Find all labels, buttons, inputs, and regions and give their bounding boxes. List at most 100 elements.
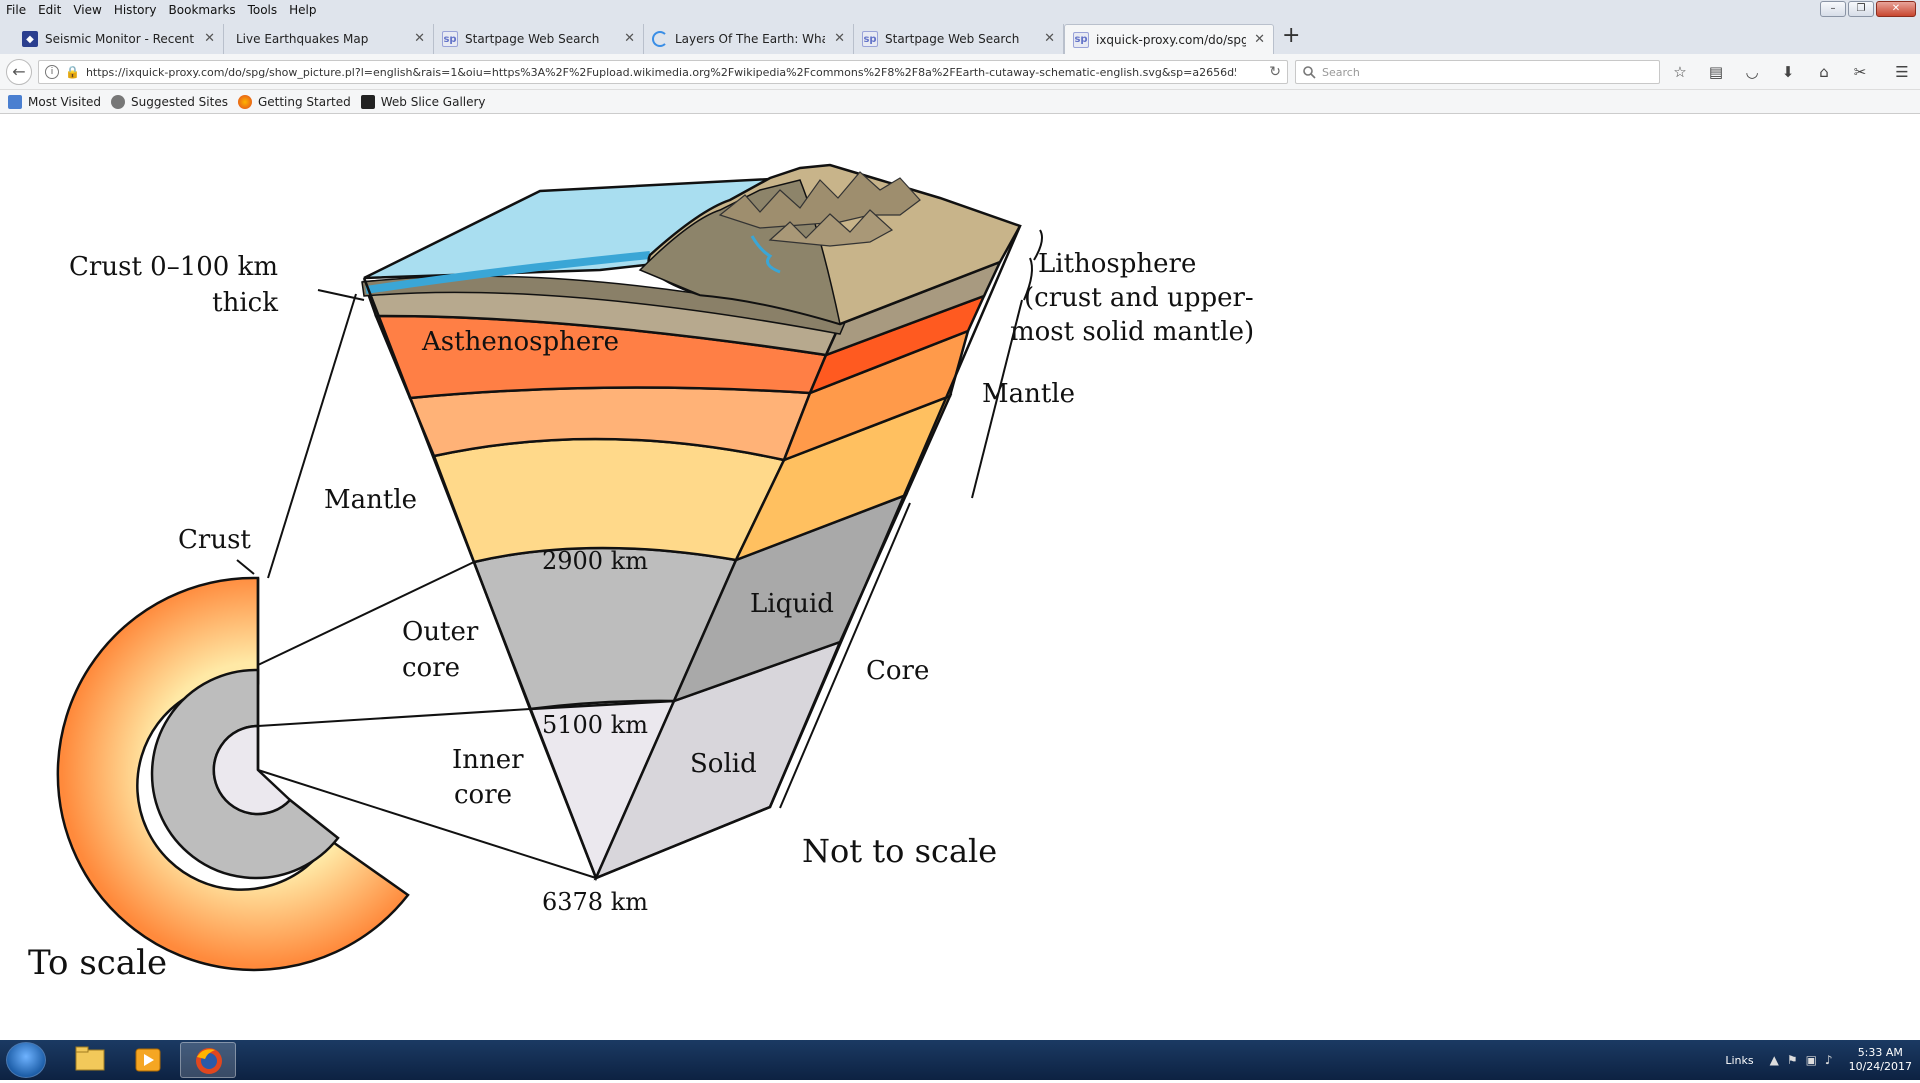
sp-icon: sp [442,31,458,47]
earth-cutaway-diagram: Crust 0–100 km thick Lithosphere (crust … [28,163,1254,983]
asthenosphere-label: Asthenosphere [421,327,619,357]
tab-startpage-1[interactable]: sp Startpage Web Search ✕ [434,24,644,54]
download-icon[interactable]: ⬇ [1776,62,1800,82]
not-to-scale-label: Not to scale [802,832,997,870]
inner-core-label: Inner [452,745,524,775]
inner-core-label-2: core [454,780,512,810]
url-bar[interactable]: i 🔒 https://ixquick-proxy.com/do/spg/sho… [38,60,1288,84]
menu-tools[interactable]: Tools [242,0,284,20]
clock[interactable]: 5:33 AM 10/24/2017 [1849,1046,1912,1074]
reading-list-icon[interactable]: ▤ [1704,62,1728,82]
home-icon[interactable]: ⌂ [1812,62,1836,82]
lithosphere-label-2: (crust and upper- [1024,283,1254,313]
tab-label: Seismic Monitor - Recent ear [45,32,195,46]
search-input[interactable]: Search [1295,60,1660,84]
outer-core-label-2: core [402,653,460,683]
window-controls: – ❐ ✕ [1820,1,1916,17]
action-center-flag-icon[interactable]: ⚑ [1787,1053,1798,1067]
to-scale-inner-core [212,724,292,816]
browser-chrome: File Edit View History Bookmarks Tools H… [0,0,1920,114]
close-window-button[interactable]: ✕ [1876,1,1916,17]
media-player-icon [135,1048,161,1072]
firefox-icon [196,1048,222,1074]
tab-label: Live Earthquakes Map [236,32,369,46]
menu-file[interactable]: File [0,0,32,20]
liquid-label: Liquid [750,589,834,619]
seismic-icon: ◆ [22,31,38,47]
menu-view[interactable]: View [67,0,107,20]
depth-2900-label: 2900 km [542,547,648,575]
navigation-bar: ← i 🔒 https://ixquick-proxy.com/do/spg/s… [0,54,1920,90]
page-content: Crust 0–100 km thick Lithosphere (crust … [0,114,1920,1040]
connector-outer-core [257,561,475,666]
bookmark-web-slice-gallery[interactable]: Web Slice Gallery [360,94,486,109]
screenshot-icon[interactable]: ✂ [1848,62,1872,82]
taskbar-media-player[interactable] [120,1042,176,1078]
bookmark-suggested-sites[interactable]: Suggested Sites [111,94,228,109]
bookmark-most-visited[interactable]: Most Visited [8,94,101,109]
minimize-button[interactable]: – [1820,1,1846,17]
clock-date: 10/24/2017 [1848,1060,1912,1073]
tab-label: ixquick-proxy.com/do/spg/s [1096,32,1246,47]
toolbar-icons: ☆ ▤ ◡ ⬇ ⌂ ✂ ☰ [1668,62,1914,82]
menu-history[interactable]: History [108,0,163,20]
close-icon[interactable]: ✕ [624,31,635,46]
menu-bookmarks[interactable]: Bookmarks [163,0,242,20]
bookmark-getting-started[interactable]: Getting Started [237,94,351,109]
menu-edit[interactable]: Edit [32,0,67,20]
tray-icons: ▲ ⚑ ▣ ♪ [1770,1053,1833,1067]
reload-icon[interactable]: ↻ [1269,64,1281,80]
hamburger-menu-icon[interactable]: ☰ [1890,62,1914,82]
pocket-icon[interactable]: ◡ [1740,62,1764,82]
depth-6378-label: 6378 km [542,888,648,916]
taskbar-firefox[interactable] [180,1042,236,1078]
close-icon[interactable]: ✕ [834,31,845,46]
network-icon[interactable]: ▣ [1806,1053,1817,1067]
depth-5100-label: 5100 km [542,711,648,739]
tab-label: Layers Of The Earth: What Li [675,32,825,46]
connector-inner-core [257,708,531,727]
bookmarks-toolbar: Most Visited Suggested Sites Getting Sta… [0,90,1920,114]
back-button[interactable]: ← [6,59,32,85]
info-icon[interactable]: i [45,65,59,79]
bookmark-label: Suggested Sites [131,94,228,109]
sp-icon: sp [862,31,878,47]
lithosphere-label-3: most solid mantle) [1010,317,1254,347]
tab-seismic-monitor[interactable]: ◆ Seismic Monitor - Recent ear ✕ [14,24,224,54]
crust-thickness-label: Crust 0–100 km [69,252,278,282]
system-tray: Links ▲ ⚑ ▣ ♪ 5:33 AM 10/24/2017 [1725,1040,1912,1080]
solid-label: Solid [690,749,757,779]
bookmark-label: Web Slice Gallery [380,94,486,109]
close-icon[interactable]: ✕ [414,31,425,46]
search-placeholder: Search [1322,65,1360,79]
start-button[interactable] [6,1042,46,1078]
url-text[interactable]: https://ixquick-proxy.com/do/spg/show_pi… [86,66,1236,79]
tab-layers-of-earth[interactable]: Layers Of The Earth: What Li ✕ [644,24,854,54]
show-hidden-icons-icon[interactable]: ▲ [1770,1053,1779,1067]
to-scale-label: To scale [28,943,167,983]
tab-ixquick-proxy[interactable]: sp ixquick-proxy.com/do/spg/s ✕ [1064,24,1274,54]
web-slice-icon [360,94,375,109]
bookmark-label: Getting Started [257,94,351,109]
volume-icon[interactable]: ♪ [1825,1053,1833,1067]
windows-taskbar: Links ▲ ⚑ ▣ ♪ 5:33 AM 10/24/2017 [0,1040,1920,1080]
tab-bar: ◆ Seismic Monitor - Recent ear ✕ Live Ea… [0,20,1920,54]
folder-icon [75,1046,105,1071]
tab-startpage-2[interactable]: sp Startpage Web Search ✕ [854,24,1064,54]
close-icon[interactable]: ✕ [1044,31,1055,46]
tab-live-earthquakes[interactable]: Live Earthquakes Map ✕ [224,24,434,54]
tab-label: Startpage Web Search [465,32,600,46]
bookmark-star-icon[interactable]: ☆ [1668,62,1692,82]
new-tab-button[interactable]: + [1282,25,1300,47]
menu-help[interactable]: Help [283,0,322,20]
lower-mantle-face-front [432,437,786,564]
crust-thickness-label-2: thick [212,288,278,318]
links-toolbar[interactable]: Links [1725,1054,1753,1067]
menu-bar: File Edit View History Bookmarks Tools H… [0,0,1920,20]
close-icon[interactable]: ✕ [204,31,215,46]
taskbar-explorer[interactable] [62,1042,118,1078]
restore-button[interactable]: ❐ [1848,1,1874,17]
mantle-label-left: Mantle [324,485,417,515]
mantle-label-right: Mantle [982,379,1075,409]
close-icon[interactable]: ✕ [1254,32,1265,47]
